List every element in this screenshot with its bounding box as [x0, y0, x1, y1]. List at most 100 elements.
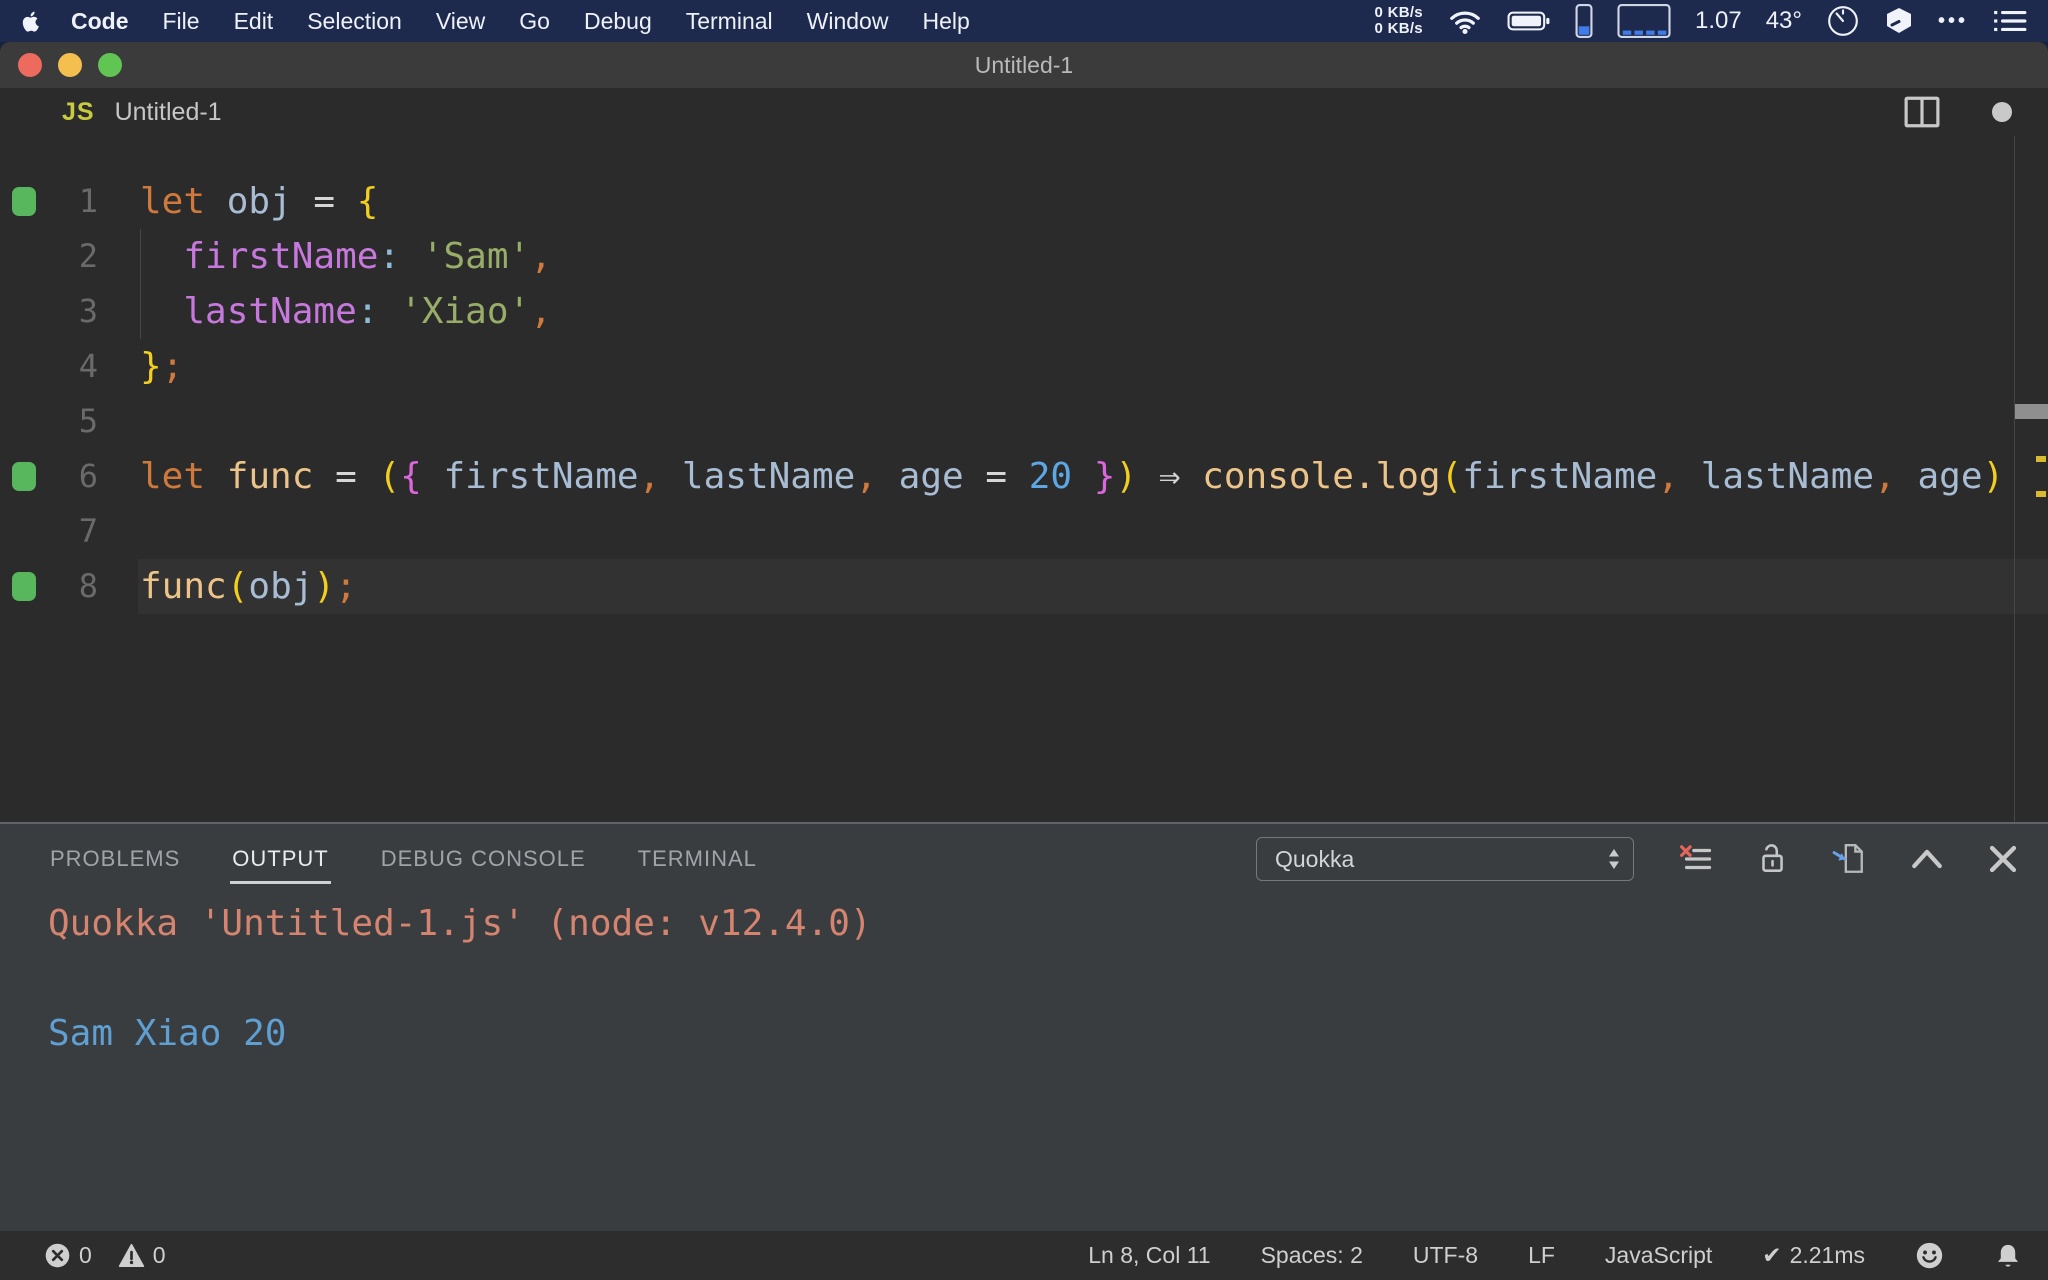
- panel-tab-problems[interactable]: PROBLEMS: [48, 828, 182, 890]
- panel-tabs: PROBLEMS OUTPUT DEBUG CONSOLE TERMINAL: [48, 828, 759, 890]
- clear-output-icon[interactable]: [1678, 844, 1712, 874]
- menu-item-edit[interactable]: Edit: [234, 8, 274, 35]
- menu-item-go[interactable]: Go: [519, 8, 550, 35]
- errors-icon: [44, 1242, 71, 1269]
- line-number: 1: [78, 182, 98, 220]
- check-icon: ✔: [1762, 1242, 1782, 1268]
- open-output-file-icon[interactable]: [1832, 842, 1866, 876]
- editor-ruler-line: [2014, 136, 2015, 822]
- net-down: 0 KB/s: [1374, 20, 1423, 37]
- warnings-icon: [118, 1242, 145, 1269]
- warning-count: 0: [152, 1242, 166, 1268]
- window-title-bar[interactable]: Untitled-1: [0, 42, 2048, 88]
- split-editor-icon[interactable]: [1904, 96, 1940, 128]
- net-up: 0 KB/s: [1374, 4, 1423, 21]
- code-text[interactable]: };: [140, 339, 183, 394]
- line-number: 4: [78, 347, 98, 385]
- menu-item-debug[interactable]: Debug: [584, 8, 652, 35]
- line-number: 8: [78, 567, 98, 605]
- line-number: 5: [78, 402, 98, 440]
- vscode-window: Untitled-1 JS Untitled-1 1 let obj = {2 f…: [0, 42, 2048, 1280]
- menu-item-terminal[interactable]: Terminal: [686, 8, 773, 35]
- traffic-light-zoom[interactable]: [98, 53, 122, 77]
- tab-filename[interactable]: Untitled-1: [115, 98, 222, 127]
- status-item-utf-8[interactable]: UTF-8: [1413, 1242, 1478, 1269]
- traffic-light-close[interactable]: [18, 53, 42, 77]
- panel-header: PROBLEMS OUTPUT DEBUG CONSOLE TERMINAL Quok…: [0, 824, 2048, 894]
- menu-item-view[interactable]: View: [436, 8, 485, 35]
- code-editor[interactable]: 1 let obj = {2 firstName: 'Sam', 3 lastNam…: [0, 136, 2048, 822]
- macos-menu-bar: Code File Edit Selection View Go Debug Terminal…: [0, 0, 2048, 42]
- menu-item-selection[interactable]: Selection: [307, 8, 402, 35]
- overview-marker: [2036, 456, 2046, 462]
- code-text[interactable]: let func = ({ firstName, lastName, age =…: [140, 449, 2004, 504]
- panel-tab-terminal[interactable]: TERMINAL: [636, 828, 759, 890]
- line-number: 3: [78, 292, 98, 330]
- menubar-stat-1[interactable]: 1.07: [1695, 7, 1742, 35]
- menubar-status-cluster: 0 KB/s 0 KB/s 1.07 43° •••: [1374, 4, 2028, 38]
- menu-items: Code File Edit Selection View Go Debug Terminal…: [71, 8, 970, 35]
- modified-dot-icon[interactable]: [1992, 102, 2012, 122]
- code-line[interactable]: 6 let func = ({ firstName, lastName, age …: [0, 449, 2048, 504]
- code-text[interactable]: firstName: 'Sam',: [140, 229, 552, 284]
- menu-item-window[interactable]: Window: [807, 8, 889, 35]
- code-lines: 1 let obj = {2 firstName: 'Sam', 3 lastNam…: [0, 174, 2048, 614]
- traffic-light-minimize[interactable]: [58, 53, 82, 77]
- code-text[interactable]: lastName: 'Xiao',: [140, 284, 552, 339]
- window-title: Untitled-1: [974, 51, 1074, 78]
- error-count: 0: [79, 1242, 92, 1268]
- scrollbar-thumb[interactable]: [2015, 404, 2048, 419]
- more-dots-icon[interactable]: •••: [1938, 10, 1968, 33]
- unlock-icon[interactable]: [1756, 842, 1788, 876]
- bell-icon[interactable]: [1994, 1242, 2022, 1270]
- menu-item-code[interactable]: Code: [71, 8, 129, 35]
- code-line[interactable]: 8 func(obj);: [0, 559, 2048, 614]
- battery-icon[interactable]: [1507, 10, 1551, 32]
- menu-item-file[interactable]: File: [163, 8, 200, 35]
- status-item-ln-8-col-11[interactable]: Ln 8, Col 11: [1088, 1242, 1210, 1269]
- network-speed[interactable]: 0 KB/s 0 KB/s: [1374, 5, 1423, 37]
- code-line[interactable]: 7: [0, 504, 2048, 559]
- list-menu-icon[interactable]: [1992, 7, 2028, 35]
- code-line[interactable]: 3 lastName: 'Xiao',: [0, 284, 2048, 339]
- clock-menubar-icon[interactable]: [1826, 4, 1860, 38]
- panel-tab-output[interactable]: OUTPUT: [230, 828, 332, 890]
- status-items: Ln 8, Col 11 Spaces: 2 UTF-8 LF JavaScript: [1088, 1242, 1712, 1269]
- panel-tab-debug-console[interactable]: DEBUG CONSOLE: [379, 828, 588, 890]
- menu-item-help[interactable]: Help: [922, 8, 969, 35]
- chevron-up-icon[interactable]: [1910, 846, 1944, 872]
- output-line: Sam Xiao 20: [48, 1013, 287, 1054]
- problems-summary[interactable]: 0 0: [44, 1242, 166, 1269]
- output-channel-value: Quokka: [1275, 845, 1355, 872]
- line-number: 7: [78, 512, 98, 550]
- close-panel-icon[interactable]: [1988, 844, 2018, 874]
- wifi-icon[interactable]: [1447, 7, 1483, 35]
- output-channel-select[interactable]: Quokka: [1256, 837, 1634, 881]
- code-text[interactable]: let obj = {: [140, 174, 378, 229]
- status-item-spaces-2[interactable]: Spaces: 2: [1261, 1242, 1363, 1269]
- panel-actions: [1678, 842, 2018, 876]
- js-file-icon: JS: [62, 97, 95, 126]
- cpu-gauge-icon[interactable]: [1575, 4, 1593, 38]
- code-line[interactable]: 2 firstName: 'Sam',: [0, 229, 2048, 284]
- status-bar: 0 0 Ln 8, Col 11 Spaces: 2 UTF-8 LF JavaScri…: [0, 1230, 2048, 1280]
- code-line[interactable]: 4};: [0, 339, 2048, 394]
- menubar-stat-temperature[interactable]: 43°: [1766, 7, 1802, 35]
- code-line[interactable]: 5: [0, 394, 2048, 449]
- bottom-panel: PROBLEMS OUTPUT DEBUG CONSOLE TERMINAL Quok…: [0, 822, 2048, 1230]
- code-line[interactable]: 1 let obj = {: [0, 174, 2048, 229]
- status-item-javascript[interactable]: JavaScript: [1605, 1242, 1712, 1269]
- output-line: Quokka 'Untitled-1.js' (node: v12.4.0): [48, 903, 872, 944]
- apple-logo-icon[interactable]: [20, 9, 41, 34]
- memory-gauge-icon[interactable]: [1617, 4, 1671, 38]
- output-console[interactable]: Quokka 'Untitled-1.js' (node: v12.4.0) S…: [0, 894, 2048, 1061]
- traffic-lights: [18, 53, 122, 77]
- code-text[interactable]: func(obj);: [140, 559, 357, 614]
- perf-value: 2.21ms: [1789, 1242, 1865, 1268]
- status-item-lf[interactable]: LF: [1528, 1242, 1555, 1269]
- smiley-icon[interactable]: [1915, 1241, 1944, 1270]
- dropdown-arrows-icon: [1607, 847, 1621, 871]
- quokka-perf[interactable]: ✔ 2.21ms: [1762, 1242, 1865, 1269]
- line-number: 2: [78, 237, 98, 275]
- box-app-icon[interactable]: [1884, 6, 1914, 36]
